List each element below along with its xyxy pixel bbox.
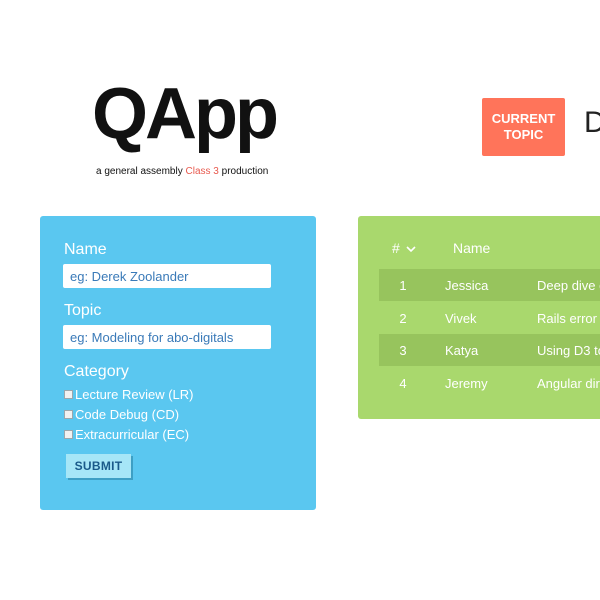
table-row[interactable]: 3 Katya Using D3 to [379,334,600,366]
column-header-number[interactable]: # [392,240,416,256]
checkbox-ec[interactable] [64,430,73,439]
app-logo: QApp [92,74,279,154]
row-number: 3 [399,343,407,358]
current-topic-heading: D [584,106,600,139]
row-name: Jessica [445,278,489,293]
row-topic: Deep dive o [537,278,600,293]
tagline: a general assembly Class 3 production [96,166,268,177]
topic-label: Topic [64,302,102,319]
current-topic-line1: CURRENT [491,111,556,126]
table-row[interactable]: 4 Jeremy Angular dir [379,367,600,399]
row-name: Vivek [445,311,477,326]
row-topic: Using D3 to [537,343,600,358]
tagline-class: Class 3 [185,166,219,177]
category-option-label: Code Debug (CD) [75,407,180,422]
chevron-down-icon [406,246,416,253]
category-label: Category [64,363,129,380]
category-option-lr[interactable]: Lecture Review (LR) [64,387,194,402]
tagline-prefix: a general assembly [96,166,186,177]
row-name: Jeremy [445,376,488,391]
row-number: 1 [399,278,407,293]
tagline-suffix: production [218,166,269,177]
submit-button[interactable]: SUBMIT [66,454,131,478]
column-header-name[interactable]: Name [453,240,490,256]
table-row[interactable]: 2 Vivek Rails error f [379,302,600,334]
questions-table: # Name 1 Jessica Deep dive o 2 Vivek Rai… [358,216,600,419]
question-form: Name Topic Category Lecture Review (LR) … [40,216,316,510]
category-option-label: Extracurricular (EC) [75,427,190,442]
category-option-cd[interactable]: Code Debug (CD) [64,407,179,422]
row-topic: Angular dir [537,376,600,391]
category-option-label: Lecture Review (LR) [75,387,194,402]
checkbox-lr[interactable] [64,390,73,399]
name-label: Name [64,241,107,258]
column-header-number-label: # [392,240,400,256]
current-topic-button[interactable]: CURRENT TOPIC [482,98,565,156]
name-input[interactable] [63,264,271,288]
row-name: Katya [445,343,479,358]
checkbox-cd[interactable] [64,410,73,419]
row-number: 4 [399,376,407,391]
topic-input[interactable] [63,325,271,349]
row-topic: Rails error f [537,311,600,326]
category-option-ec[interactable]: Extracurricular (EC) [64,427,189,442]
table-row[interactable]: 1 Jessica Deep dive o [379,269,600,301]
row-number: 2 [399,311,407,326]
current-topic-line2: TOPIC [503,127,544,142]
